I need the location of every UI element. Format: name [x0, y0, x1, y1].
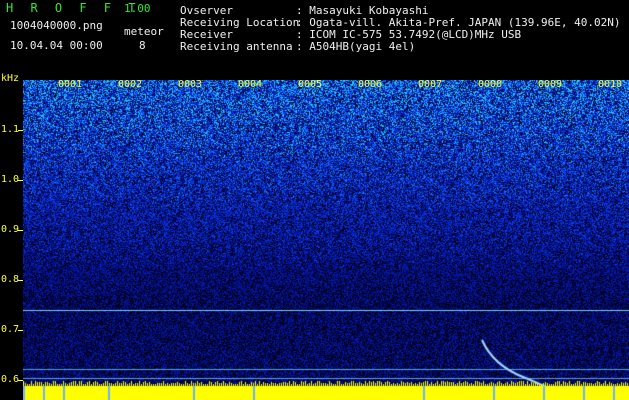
image-filename: 1004040000.png: [10, 19, 103, 32]
y-tick-mark: [18, 130, 23, 131]
y-tick-mark: [18, 180, 23, 181]
segment-label: 0003: [178, 79, 203, 90]
capture-datetime: 10.04.04 00:00: [10, 39, 103, 52]
app-version: 1.00: [124, 2, 151, 15]
y-tick-label: 1.1: [1, 124, 20, 135]
y-tick-label: 0.8: [1, 274, 20, 285]
segment-label: 0004: [238, 79, 263, 90]
segment-label: 0010: [598, 79, 623, 90]
segment-label: 0005: [298, 79, 323, 90]
y-tick-label: 1.0: [1, 174, 20, 185]
segment-label: 0008: [478, 79, 503, 90]
y-tick-mark: [18, 380, 23, 381]
app-name: H R O F F T: [6, 1, 141, 15]
header-panel: H R O F F T 1.00 1004040000.png meteor 1…: [0, 0, 629, 76]
meteor-count: 8: [139, 39, 146, 52]
y-tick-mark: [18, 280, 23, 281]
y-tick-label: 0.9: [1, 224, 20, 235]
segment-label: 0001: [58, 79, 83, 90]
segment-label: 0007: [418, 79, 443, 90]
y-tick-label: 0.7: [1, 324, 20, 335]
segment-label: 0009: [538, 79, 563, 90]
y-axis-unit: kHz: [1, 73, 20, 84]
segment-label: 0006: [358, 79, 383, 90]
info-value-antenna: : A504HB(yagi 4el): [296, 40, 416, 53]
info-label-antenna: Receiving antenna: [180, 40, 293, 53]
y-tick-mark: [18, 230, 23, 231]
meteor-label: meteor: [124, 25, 164, 38]
y-tick-mark: [18, 330, 23, 331]
y-tick-label: 0.6: [1, 374, 20, 385]
spectrogram-canvas[interactable]: [23, 80, 629, 400]
segment-label: 0002: [118, 79, 143, 90]
